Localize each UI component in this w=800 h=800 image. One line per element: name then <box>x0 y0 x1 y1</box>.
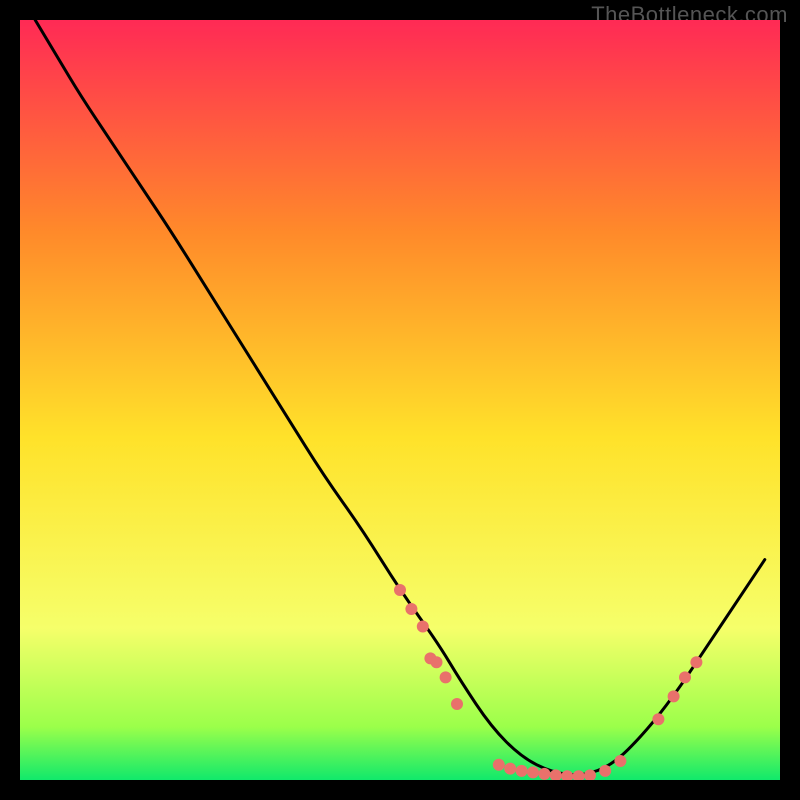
plot-area <box>20 20 780 780</box>
chart-stage: TheBottleneck.com <box>0 0 800 800</box>
curve-marker <box>516 765 528 777</box>
curve-marker <box>652 713 664 725</box>
curve-marker <box>527 766 539 778</box>
curve-marker <box>431 656 443 668</box>
curve-marker <box>451 698 463 710</box>
curve-marker <box>690 656 702 668</box>
curve-marker <box>599 765 611 777</box>
bottleneck-chart <box>20 20 780 780</box>
curve-marker <box>614 755 626 767</box>
gradient-background <box>20 20 780 780</box>
curve-marker <box>440 671 452 683</box>
curve-marker <box>538 768 550 780</box>
curve-marker <box>394 584 406 596</box>
curve-marker <box>405 603 417 615</box>
curve-marker <box>679 671 691 683</box>
curve-marker <box>493 759 505 771</box>
curve-marker <box>504 763 516 775</box>
curve-marker <box>417 621 429 633</box>
curve-marker <box>668 690 680 702</box>
